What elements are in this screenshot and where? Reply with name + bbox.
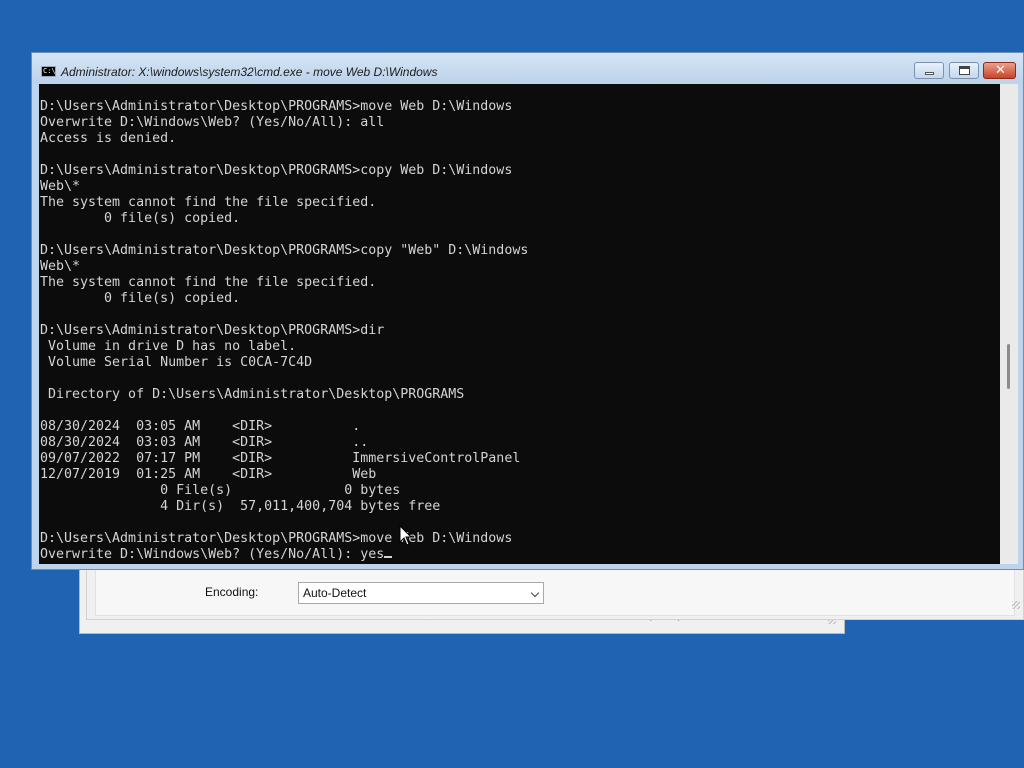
console-line: 12/07/2019 01:25 AM <DIR> Web	[40, 467, 377, 482]
cmd-icon: C:\	[41, 66, 56, 77]
console-line: Volume Serial Number is C0CA-7C4D	[40, 355, 313, 370]
console-line: 09/07/2022 07:17 PM <DIR> ImmersiveContr…	[40, 451, 521, 466]
close-button[interactable]: ✕	[983, 62, 1016, 79]
console-line: Volume in drive D has no label.	[40, 339, 297, 354]
console-line: Access is denied.	[40, 131, 177, 146]
scroll-thumb[interactable]	[1007, 344, 1010, 389]
text-cursor	[384, 556, 393, 558]
console-output[interactable]: D:\Users\Administrator\Desktop\PROGRAMS>…	[39, 84, 1000, 564]
console-line: Web\*	[40, 179, 81, 194]
minimize-button[interactable]	[914, 62, 944, 79]
console-text: D:\Users\Administrator\Desktop\PROGRAMS>…	[40, 99, 528, 563]
console-line: Web\*	[40, 259, 81, 274]
console-line: D:\Users\Administrator\Desktop\PROGRAMS>…	[40, 323, 385, 338]
maximize-icon	[959, 66, 970, 75]
console-line: D:\Users\Administrator\Desktop\PROGRAMS>…	[40, 531, 513, 546]
console-line: The system cannot find the file specifie…	[40, 275, 377, 290]
console-line: D:\Users\Administrator\Desktop\PROGRAMS>…	[40, 163, 513, 178]
encoding-label: Encoding:	[205, 585, 259, 599]
minimize-icon	[925, 72, 934, 75]
resize-grip[interactable]	[1012, 601, 1020, 609]
encoding-value: Auto-Detect	[303, 586, 367, 600]
window-title: Administrator: X:\windows\system32\cmd.e…	[61, 65, 438, 79]
console-line: Overwrite D:\Windows\Web? (Yes/No/All): …	[40, 115, 385, 130]
dialog-options-panel: Encoding: Auto-Detect	[95, 568, 1015, 616]
open-file-dialog: Encoding: Auto-Detect	[86, 563, 1024, 620]
title-bar[interactable]: C:\ Administrator: X:\windows\system32\c…	[32, 53, 1023, 83]
maximize-button[interactable]	[949, 62, 979, 79]
encoding-select[interactable]: Auto-Detect	[298, 582, 544, 604]
console-line: Overwrite D:\Windows\Web? (Yes/No/All): …	[40, 547, 385, 562]
chevron-down-icon	[530, 588, 540, 598]
console-line: 4 Dir(s) 57,011,400,704 bytes free	[40, 499, 441, 514]
console-line: 0 file(s) copied.	[40, 291, 241, 306]
console-line: The system cannot find the file specifie…	[40, 195, 377, 210]
console-line: D:\Users\Administrator\Desktop\PROGRAMS>…	[40, 243, 529, 258]
vertical-scrollbar[interactable]	[1000, 84, 1018, 564]
cmd-window: C:\ Administrator: X:\windows\system32\c…	[31, 52, 1024, 570]
close-icon: ✕	[995, 63, 1006, 78]
console-line: 08/30/2024 03:05 AM <DIR> .	[40, 419, 361, 434]
console-line: Directory of D:\Users\Administrator\Desk…	[40, 387, 465, 402]
console-line: 0 File(s) 0 bytes	[40, 483, 401, 498]
console-line: 0 file(s) copied.	[40, 211, 241, 226]
console-line: D:\Users\Administrator\Desktop\PROGRAMS>…	[40, 99, 513, 114]
console-line: 08/30/2024 03:03 AM <DIR> ..	[40, 435, 369, 450]
